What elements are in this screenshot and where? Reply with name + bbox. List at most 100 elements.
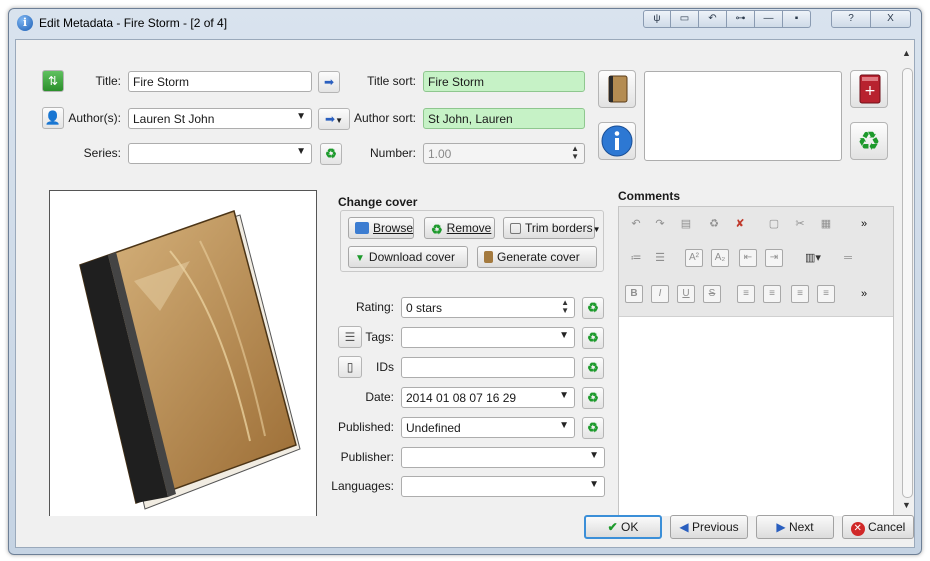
authors-value: Lauren St John xyxy=(133,112,215,126)
chevron-down-icon: ▼ xyxy=(589,450,599,461)
cancel-icon: ✕ xyxy=(850,522,865,536)
dot-icon[interactable]: ▪ xyxy=(783,10,811,28)
align-left-icon[interactable]: ≡ xyxy=(737,285,755,303)
author-sort-field[interactable]: St John, Lauren xyxy=(423,108,585,129)
download-cover-button[interactable]: ▼ Download cover xyxy=(348,246,468,268)
swap-title-author-button[interactable]: ⇅ xyxy=(42,70,64,92)
series-label: Series: xyxy=(83,146,121,160)
close-button[interactable]: X xyxy=(871,10,911,28)
generate-cover-button[interactable]: Generate cover xyxy=(477,246,597,268)
clear-format-icon[interactable]: ✘ xyxy=(731,215,749,233)
ids-field[interactable] xyxy=(401,357,575,378)
browse-label: Browse xyxy=(373,221,414,235)
date-field[interactable]: 2014 01 08 07 16 29 ▼ xyxy=(401,387,575,408)
author-sort-label: Author sort: xyxy=(353,111,416,125)
spin-arrows-icon: ▲ ▼ xyxy=(561,298,569,315)
chevron-down-icon: ▼ xyxy=(296,146,306,157)
next-label: Next xyxy=(788,520,814,534)
unordered-list-icon[interactable]: ☰ xyxy=(651,249,669,267)
series-combobox[interactable]: ▼ xyxy=(128,143,312,164)
title-bar: i Edit Metadata - Fire Storm - [2 of 4] … xyxy=(9,9,921,37)
trim-label: Trim borders xyxy=(525,221,593,235)
justify-icon[interactable]: ≡ xyxy=(817,285,835,303)
recycle-icon[interactable]: ♻ xyxy=(705,215,723,233)
italic-icon[interactable]: I xyxy=(651,285,669,303)
info-icon xyxy=(601,125,633,157)
paste-icon[interactable]: ▦ xyxy=(817,215,835,233)
rating-spinbox[interactable]: 0 stars ▲ ▼ xyxy=(401,297,575,318)
browse-cover-button[interactable]: Browse xyxy=(348,217,414,239)
next-button[interactable]: ▶ Next xyxy=(756,515,834,539)
scroll-down-icon[interactable]: ▼ xyxy=(902,500,911,510)
book-cover-icon xyxy=(79,210,301,510)
book-format-button[interactable] xyxy=(598,70,636,108)
languages-combobox[interactable]: ▼ xyxy=(401,476,605,497)
vertical-scrollbar[interactable]: ▲ ▼ xyxy=(900,48,914,510)
copy-icon[interactable]: ▤ xyxy=(677,215,695,233)
more-format-button[interactable]: » xyxy=(855,285,873,303)
new-page-icon[interactable]: ▢ xyxy=(765,215,783,233)
clear-date-icon[interactable]: ♻ xyxy=(582,387,604,409)
authors-combobox[interactable]: Lauren St John ▼ xyxy=(128,108,312,129)
superscript-icon[interactable]: A² xyxy=(685,249,703,267)
clear-tags-icon[interactable]: ♻ xyxy=(582,327,604,349)
indent-icon[interactable]: ⇥ xyxy=(765,249,783,267)
subscript-icon[interactable]: A₂ xyxy=(711,249,729,267)
previous-label: Previous xyxy=(691,520,739,534)
comments-editor[interactable]: ↶ ↷ ▤ ♻ ✘ ▢ ✂ ▦ » ≔ ☰ A² A₂ ⇤ ⇥ ▥▾ ═ B I… xyxy=(618,206,894,516)
ordered-list-icon[interactable]: ≔ xyxy=(627,249,645,267)
horizontal-rule-icon[interactable]: ═ xyxy=(839,249,857,267)
clear-series-icon[interactable]: ♻ xyxy=(320,143,342,165)
align-right-icon[interactable]: ≡ xyxy=(791,285,809,303)
add-book-icon: + xyxy=(859,74,881,104)
outdent-icon[interactable]: ⇤ xyxy=(739,249,757,267)
minimize-icon[interactable]: — xyxy=(755,10,783,28)
remove-format-button[interactable]: ♻ xyxy=(850,122,888,160)
remove-cover-button[interactable]: ♻ Remove xyxy=(424,217,495,239)
show-info-button[interactable] xyxy=(598,122,636,160)
cut-icon[interactable]: ✂ xyxy=(791,215,809,233)
more-tools-button[interactable]: » xyxy=(855,215,873,233)
undo-icon[interactable]: ↶ xyxy=(699,10,727,28)
previous-button[interactable]: ◀ Previous xyxy=(670,515,748,539)
scroll-track[interactable] xyxy=(902,68,913,498)
clear-published-icon[interactable]: ♻ xyxy=(582,417,604,439)
connector-icon[interactable]: ⊶ xyxy=(727,10,755,28)
trim-icon xyxy=(510,223,521,234)
window-title: Edit Metadata - Fire Storm - [2 of 4] xyxy=(39,16,228,30)
align-center-icon[interactable]: ≡ xyxy=(763,285,781,303)
strikethrough-icon[interactable]: S xyxy=(703,285,721,303)
underline-icon[interactable]: U xyxy=(677,285,695,303)
cancel-button[interactable]: ✕ Cancel xyxy=(842,515,914,539)
clear-rating-icon[interactable]: ♻ xyxy=(582,297,604,319)
manage-authors-icon[interactable]: 👤 xyxy=(42,107,64,129)
clear-ids-icon[interactable]: ♻ xyxy=(582,357,604,379)
title-field[interactable]: Fire Storm xyxy=(128,71,312,92)
add-format-button[interactable]: + xyxy=(850,70,888,108)
arrow-left-icon: ◀ xyxy=(679,520,689,534)
copy-title-to-sort-button[interactable]: ➡ xyxy=(318,71,340,93)
scroll-up-icon[interactable]: ▲ xyxy=(902,48,911,58)
block-style-dropdown[interactable]: ▥▾ xyxy=(799,249,827,267)
formats-list[interactable] xyxy=(644,71,842,161)
trim-borders-button[interactable]: Trim borders▼ xyxy=(503,217,601,239)
redo-icon[interactable]: ↷ xyxy=(651,215,669,233)
chevron-down-icon: ▼ xyxy=(559,390,569,401)
series-number-spinbox[interactable]: 1.00 ▲ ▼ xyxy=(423,143,585,164)
title-sort-label: Title sort: xyxy=(367,74,416,88)
restore-icon[interactable]: ▭ xyxy=(671,10,699,28)
chevron-down-icon: ▼ xyxy=(592,225,601,234)
ok-button[interactable]: ✔ OK xyxy=(584,515,662,539)
pin-icon[interactable]: ψ xyxy=(643,10,671,28)
undo-icon[interactable]: ↶ xyxy=(627,215,645,233)
published-field[interactable]: Undefined ▼ xyxy=(401,417,575,438)
help-button[interactable]: ? xyxy=(831,10,871,28)
book-small-icon xyxy=(484,251,493,263)
bold-icon[interactable]: B xyxy=(625,285,643,303)
ok-label: OK xyxy=(621,520,639,534)
tags-combobox[interactable]: ▼ xyxy=(401,327,575,348)
date-value: 2014 01 08 07 16 29 xyxy=(406,391,517,405)
publisher-combobox[interactable]: ▼ xyxy=(401,447,605,468)
title-label: Title: xyxy=(95,74,121,88)
title-sort-field[interactable]: Fire Storm xyxy=(423,71,585,92)
